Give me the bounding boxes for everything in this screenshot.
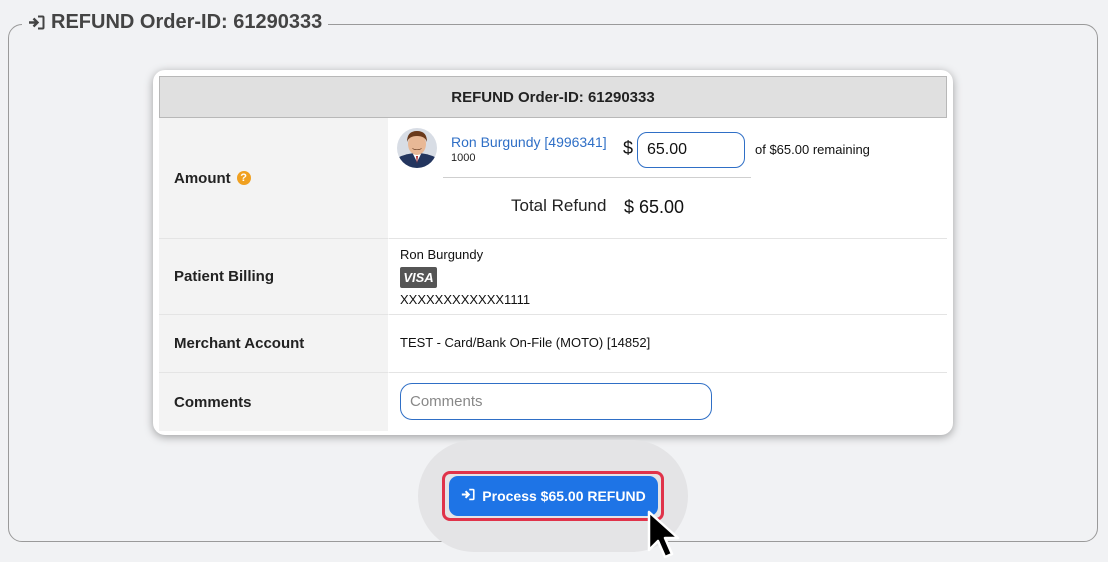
refund-card: REFUND Order-ID: 61290333 Amount ? Ron B… — [153, 70, 953, 435]
amount-label-text: Amount — [174, 169, 231, 187]
refund-amount-input[interactable] — [637, 132, 745, 168]
legend-title: REFUND Order-ID: 61290333 — [51, 11, 323, 33]
question-circle-icon[interactable]: ? — [236, 171, 251, 185]
comments-label: Comments — [159, 372, 389, 431]
total-refund-label: Total Refund — [511, 196, 607, 215]
process-refund-button[interactable]: Process $65.00 REFUND — [449, 476, 658, 516]
currency-symbol: $ — [623, 138, 634, 158]
amount-row: Amount ? Ron Burgundy [4996341] 1000 $ o… — [159, 118, 947, 238]
divider — [443, 177, 751, 178]
avatar — [397, 128, 437, 168]
billing-name: Ron Burgundy — [400, 247, 484, 262]
patient-sub: 1000 — [451, 152, 476, 164]
billing-row: Patient Billing Ron Burgundy VISA XXXXXX… — [159, 238, 947, 314]
fieldset-legend: REFUND Order-ID: 61290333 — [22, 11, 329, 34]
comments-value — [389, 372, 947, 431]
comments-row: Comments — [159, 372, 947, 431]
visa-icon: VISA — [400, 267, 437, 288]
billing-value: Ron Burgundy VISA XXXXXXXXXXXX1111 — [389, 238, 947, 314]
merchant-label: Merchant Account — [159, 314, 389, 372]
total-refund-value: $ 65.00 — [624, 197, 685, 217]
sign-in-icon — [461, 488, 475, 504]
amount-value: Ron Burgundy [4996341] 1000 $ of $65.00 … — [389, 118, 947, 238]
card-number: XXXXXXXXXXXX1111 — [400, 292, 531, 307]
card-header: REFUND Order-ID: 61290333 — [159, 76, 947, 118]
process-refund-label: Process $65.00 REFUND — [482, 488, 646, 504]
remaining-text: of $65.00 remaining — [755, 142, 870, 157]
merchant-row: Merchant Account TEST - Card/Bank On-Fil… — [159, 314, 947, 372]
mouse-pointer-icon — [647, 510, 681, 562]
sign-in-icon — [28, 15, 45, 30]
patient-link[interactable]: Ron Burgundy [4996341] — [451, 134, 607, 150]
merchant-value: TEST - Card/Bank On-File (MOTO) [14852] — [389, 314, 947, 372]
merchant-account-text: TEST - Card/Bank On-File (MOTO) [14852] — [400, 335, 651, 350]
billing-label: Patient Billing — [159, 238, 389, 314]
comments-input[interactable] — [400, 383, 712, 420]
amount-label: Amount ? — [159, 118, 389, 238]
